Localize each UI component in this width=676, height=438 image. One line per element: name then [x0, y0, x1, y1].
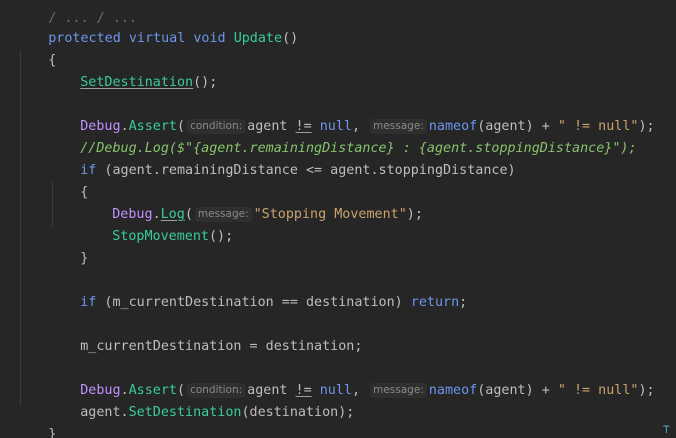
code-text: (); [193, 75, 218, 90]
code-text: ); [638, 383, 655, 398]
code-line-8[interactable]: { [48, 160, 88, 200]
method-call-stopmovement[interactable]: StopMovement [112, 229, 209, 244]
text-cursor-icon: ⊤ [662, 422, 670, 436]
close-brace: } [48, 427, 57, 438]
code-line-17[interactable]: Debug.Assert(condition: agent != null, me… [48, 358, 655, 398]
keyword-return: return [410, 295, 460, 310]
keyword-nameof: nameof [428, 383, 478, 398]
close-brace: } [80, 251, 89, 266]
code-line-11[interactable]: } [48, 226, 88, 266]
code-line-5[interactable]: Debug.Assert(condition: agent != null, me… [48, 94, 655, 134]
indent-guide [20, 50, 21, 405]
code-text: ); [638, 119, 655, 134]
code-line-6[interactable]: //Debug.Log($"{agent.remainingDistance} … [48, 116, 636, 156]
code-line-18[interactable]: agent.SetDestination(destination); [48, 380, 354, 420]
code-line-7[interactable]: if (agent.remainingDistance <= agent.sto… [48, 138, 515, 178]
keyword-void: void [193, 31, 226, 46]
keyword-if: if [80, 295, 97, 310]
keyword-protected: protected [48, 31, 121, 46]
code-text: (destination); [241, 405, 355, 420]
string-literal: " != null" [557, 383, 639, 398]
code-line-9[interactable]: Debug.Log(message: "Stopping Movement"); [80, 182, 423, 222]
code-line-2[interactable]: { [16, 28, 56, 68]
code-text: (agent) + [477, 383, 558, 398]
method-call-setdestination[interactable]: SetDestination [80, 75, 193, 90]
parameter-hint-message: message: [370, 383, 427, 398]
code-text: m_currentDestination = destination; [80, 339, 363, 354]
code-text: (agent.remainingDistance <= agent.stoppi… [96, 163, 516, 178]
keyword-virtual: virtual [128, 31, 186, 46]
code-line-13[interactable]: if (m_currentDestination == destination)… [48, 270, 467, 310]
code-text: (m_currentDestination == destination) [96, 295, 411, 310]
code-text: ; [459, 295, 468, 310]
code-text: (); [209, 229, 234, 244]
method-call-setdestination[interactable]: SetDestination [129, 405, 242, 420]
code-line-1[interactable]: protected virtual void Update() [16, 6, 298, 46]
string-literal: "Stopping Movement" [253, 207, 407, 222]
code-line-10[interactable]: StopMovement(); [80, 204, 233, 244]
code-editor[interactable]: / ... / ... protected virtual void Updat… [0, 0, 676, 438]
code-text: agent. [80, 405, 129, 420]
code-line-15[interactable]: m_currentDestination = destination; [48, 314, 362, 354]
code-text: () [282, 31, 299, 46]
code-line-19[interactable]: } [16, 402, 56, 438]
code-text: ); [406, 207, 423, 222]
code-line-3[interactable]: SetDestination(); [48, 50, 217, 90]
method-name-update[interactable]: Update [234, 31, 282, 46]
